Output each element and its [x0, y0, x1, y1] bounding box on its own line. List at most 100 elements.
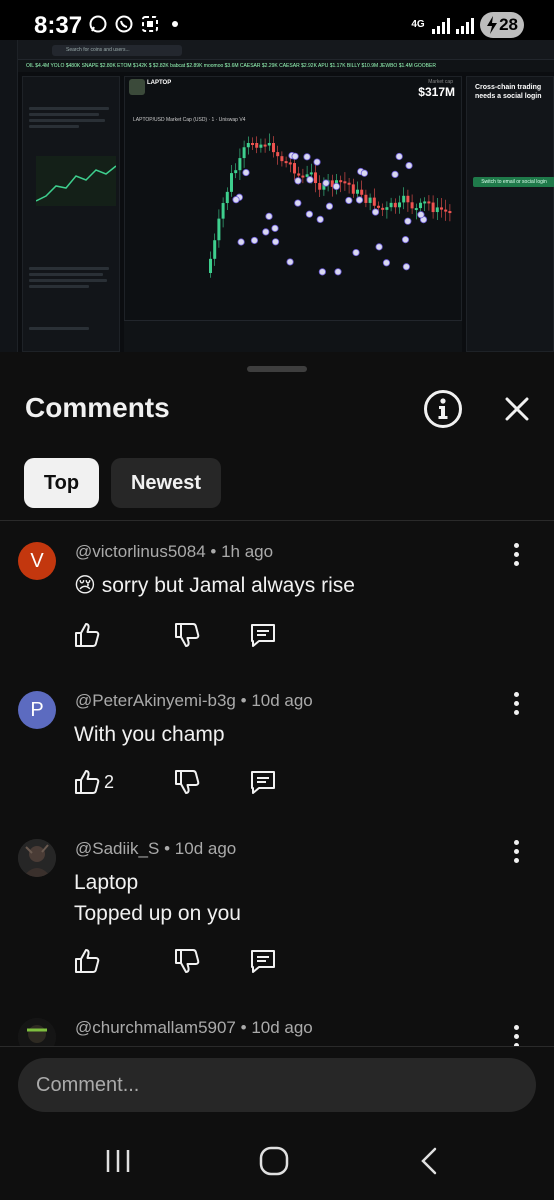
more-options-icon[interactable]: [502, 689, 530, 717]
avatar-letter: V: [30, 549, 44, 572]
comment-actions: 2: [72, 767, 278, 797]
trade-bubble: [286, 258, 294, 266]
candle-body: [288, 162, 292, 165]
avatar-photo-icon: [18, 1018, 56, 1046]
video-token-name: LAPTOP: [147, 80, 172, 86]
battery-level: 28: [499, 15, 518, 34]
drag-handle[interactable]: [247, 366, 307, 372]
sheet-title: Comments: [25, 392, 170, 423]
candle-body: [419, 202, 422, 209]
video-feed-panel: [22, 76, 120, 352]
whatsapp-bubble-icon: [89, 15, 107, 33]
info-icon: [438, 398, 448, 419]
status-time: 8:37: [34, 12, 83, 39]
dot-icon: [172, 21, 178, 27]
comment-author[interactable]: @victorlinus5084: [75, 542, 206, 561]
comment-age: 10d ago: [251, 1018, 313, 1037]
candle-body: [234, 170, 238, 174]
avatar[interactable]: [18, 1018, 56, 1046]
comment-meta: @victorlinus5084 • 1h ago: [75, 542, 273, 562]
video-candlestick-chart: [209, 133, 452, 278]
avatar-photo-icon: [18, 839, 56, 877]
candle-body: [255, 143, 259, 148]
candle-body: [423, 201, 427, 204]
sort-top-chip[interactable]: Top: [24, 458, 99, 508]
candle-body: [297, 173, 301, 176]
trade-bubble: [313, 158, 321, 166]
candle-body: [225, 191, 229, 204]
comment-author[interactable]: @Sadiik_S: [75, 839, 159, 858]
signal-icon: [432, 16, 450, 34]
candle-body: [259, 144, 263, 148]
avatar[interactable]: V: [18, 542, 56, 580]
reply-icon[interactable]: [248, 946, 278, 976]
candle-body: [293, 163, 296, 174]
trade-bubble: [250, 236, 259, 245]
comment-line: Topped up on you: [74, 902, 241, 925]
candle-body: [221, 203, 225, 219]
candle-body: [364, 194, 368, 203]
more-options-icon[interactable]: [502, 540, 530, 568]
trade-bubble: [417, 211, 425, 219]
candle-body: [339, 180, 343, 183]
candle-body: [377, 205, 380, 208]
like-icon[interactable]: [72, 620, 102, 650]
reply-icon[interactable]: [248, 767, 278, 797]
comment-author[interactable]: @PeterAkinyemi-b3g: [75, 691, 236, 710]
trade-bubble: [294, 199, 302, 207]
reply-icon[interactable]: [248, 620, 278, 650]
more-options-icon[interactable]: [502, 837, 530, 865]
candle-body: [251, 143, 254, 145]
back-icon[interactable]: [410, 1144, 450, 1178]
home-icon[interactable]: [254, 1144, 294, 1178]
video-ticker: OIL $4.4M YOLO $480K SNAPE $2.80K ETOM $…: [18, 60, 554, 72]
close-icon[interactable]: [498, 390, 536, 428]
candle-body: [368, 197, 372, 203]
sort-newest-chip[interactable]: Newest: [111, 458, 221, 508]
trade-bubble: [303, 153, 311, 161]
avatar[interactable]: [18, 839, 56, 877]
recent-apps-icon[interactable]: [98, 1144, 138, 1178]
more-options-icon[interactable]: [502, 1022, 530, 1046]
candle-body: [301, 175, 305, 178]
comment-line: 😢 sorry but Jamal always rise: [74, 574, 355, 597]
candle-body: [398, 202, 401, 208]
trade-bubble: [391, 170, 399, 179]
candle-body: [435, 207, 439, 213]
comment-actions: [72, 946, 278, 976]
like-icon[interactable]: [72, 767, 102, 797]
comment-author[interactable]: @churchmallam5907: [75, 1018, 236, 1037]
candle-body: [393, 202, 397, 208]
avatar-letter: P: [30, 698, 44, 721]
comment-text: 😢 sorry but Jamal always rise: [74, 570, 355, 601]
comment-meta: @Sadiik_S • 10d ago: [75, 839, 236, 859]
comments-sheet: Comments Top Newest V @victorlinus5084 •…: [0, 352, 554, 1200]
candle-body: [431, 202, 435, 213]
candle-body: [230, 173, 233, 192]
candle-body: [385, 207, 389, 210]
candle-body: [410, 202, 414, 209]
candle-body: [246, 143, 250, 148]
trade-bubble: [271, 238, 280, 246]
trade-bubble: [401, 236, 410, 244]
candle-body: [414, 208, 418, 211]
comment-separator: •: [210, 542, 222, 561]
trade-bubble: [242, 168, 250, 177]
dislike-icon[interactable]: [172, 946, 202, 976]
avatar[interactable]: P: [18, 691, 56, 729]
trade-bubble: [395, 152, 403, 161]
comment-input[interactable]: Comment...: [18, 1058, 536, 1112]
dislike-icon[interactable]: [172, 767, 202, 797]
video-player[interactable]: Search for coins and users... OIL $4.4M …: [0, 40, 554, 352]
like-icon[interactable]: [72, 946, 102, 976]
trade-bubble: [352, 248, 360, 257]
status-notification-icons: [88, 14, 178, 34]
candle-body: [351, 184, 355, 194]
comment-item: @churchmallam5907 • 10d ago: [0, 1018, 554, 1046]
info-button[interactable]: [424, 390, 462, 428]
video-mcap-value: $317M: [418, 85, 455, 99]
trade-bubble: [345, 196, 353, 205]
candle-body: [280, 156, 284, 162]
trade-bubble: [371, 208, 380, 216]
dislike-icon[interactable]: [172, 620, 202, 650]
